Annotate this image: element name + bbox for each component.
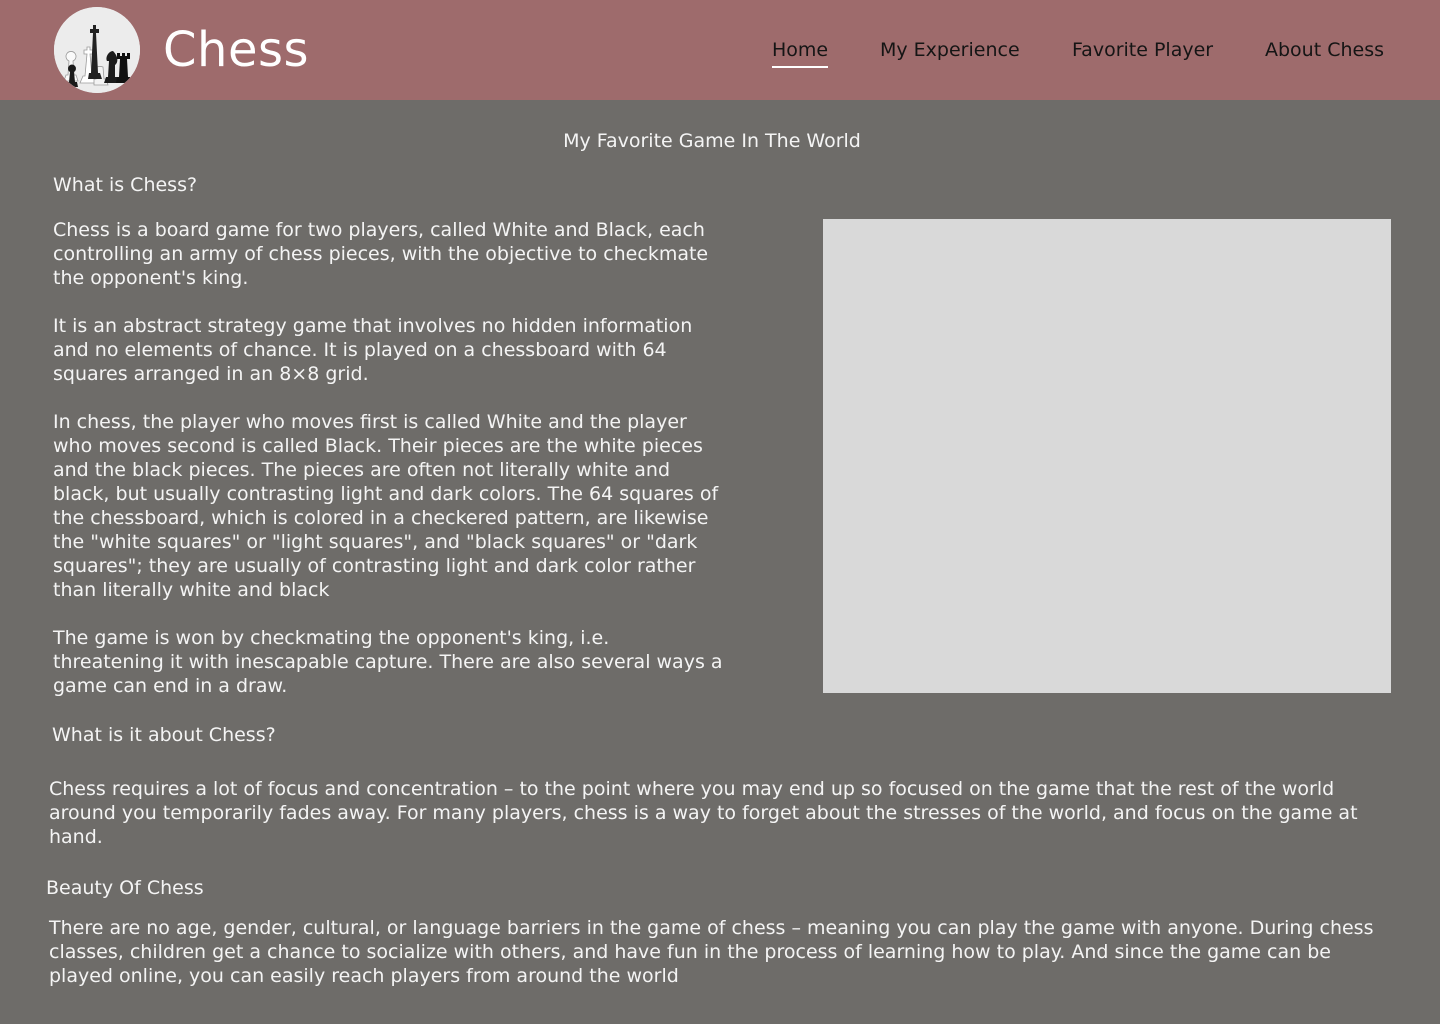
nav-favorite-player[interactable]: Favorite Player bbox=[1072, 36, 1213, 64]
nav-my-experience[interactable]: My Experience bbox=[880, 36, 1020, 64]
nav-home[interactable]: Home bbox=[772, 36, 829, 68]
site-title: Chess bbox=[163, 22, 309, 78]
paragraph-beauty: There are no age, gender, cultural, or l… bbox=[49, 917, 1374, 987]
nav-about-chess[interactable]: About Chess bbox=[1265, 36, 1384, 64]
site-header: Chess Home My Experience Favorite Player… bbox=[0, 0, 1440, 100]
chess-pieces-logo-icon[interactable] bbox=[54, 7, 140, 93]
page-tagline: My Favorite Game In The World bbox=[563, 130, 861, 152]
section-heading-what-is-it-about: What is it about Chess? bbox=[52, 724, 276, 746]
section-heading-what-is-chess: What is Chess? bbox=[53, 174, 198, 196]
paragraph-strategy: It is an abstract strategy game that inv… bbox=[53, 315, 693, 385]
paragraph-checkmate: The game is won by checkmating the oppon… bbox=[53, 627, 723, 697]
paragraph-colors: In chess, the player who moves first is … bbox=[53, 411, 719, 601]
paragraph-intro: Chess is a board game for two players, c… bbox=[53, 219, 709, 289]
section-heading-beauty: Beauty Of Chess bbox=[46, 877, 204, 899]
paragraph-focus: Chess requires a lot of focus and concen… bbox=[49, 778, 1358, 848]
image-placeholder bbox=[823, 219, 1391, 693]
